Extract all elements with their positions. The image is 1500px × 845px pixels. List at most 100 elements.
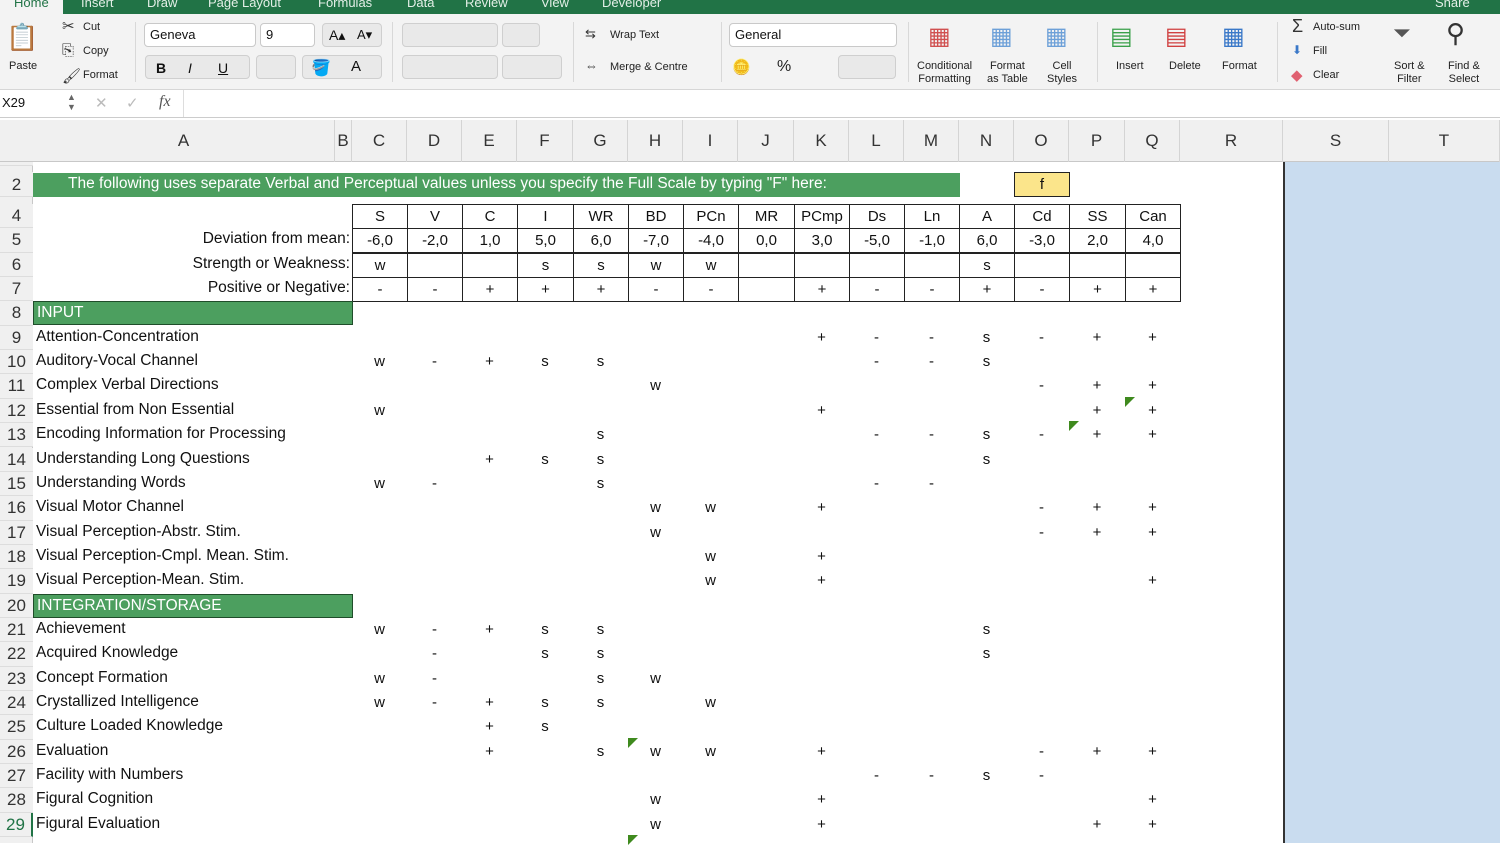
summary-cell[interactable]: -: [1014, 277, 1070, 303]
summary-cell[interactable]: +: [462, 277, 518, 303]
percent-button[interactable]: %: [777, 58, 791, 76]
ability-cell[interactable]: w: [352, 694, 407, 711]
row-header[interactable]: 29: [0, 812, 33, 838]
summary-cell[interactable]: s: [959, 252, 1015, 278]
ability-cell[interactable]: -: [407, 694, 462, 711]
ability-cell[interactable]: s: [517, 451, 573, 468]
ability-cell[interactable]: +: [1125, 816, 1180, 833]
section-header[interactable]: INTEGRATION/STORAGE: [33, 593, 353, 618]
tab-data[interactable]: Data: [407, 0, 434, 10]
font-size-buttons[interactable]: A▴ A▾: [322, 23, 382, 47]
ability-cell[interactable]: s: [959, 353, 1014, 370]
ability-cell[interactable]: +: [794, 743, 849, 760]
tab-home[interactable]: Home: [0, 0, 63, 14]
ability-label[interactable]: Visual Perception-Cmpl. Mean. Stim.: [36, 547, 289, 565]
ability-cell[interactable]: +: [1125, 426, 1180, 443]
full-scale-input[interactable]: f: [1014, 172, 1070, 197]
format-cells-button[interactable]: Format: [1222, 60, 1257, 72]
borders-button[interactable]: [256, 55, 296, 79]
conditional-formatting-label[interactable]: Conditional: [917, 60, 972, 73]
summary-cell[interactable]: +: [517, 277, 574, 303]
row-header[interactable]: 9: [0, 325, 33, 351]
summary-cell[interactable]: [462, 252, 518, 278]
ability-cell[interactable]: w: [683, 694, 738, 711]
summary-cell[interactable]: 5,0: [517, 228, 574, 254]
column-header-C[interactable]: C: [352, 120, 407, 162]
summary-cell[interactable]: [1069, 252, 1126, 278]
ability-cell[interactable]: +: [794, 791, 849, 808]
ability-cell[interactable]: +: [1069, 816, 1125, 833]
row-header[interactable]: 23: [0, 666, 33, 691]
ability-cell[interactable]: -: [407, 645, 462, 662]
orientation-button[interactable]: [502, 23, 540, 47]
share-button[interactable]: Share: [1435, 0, 1470, 10]
decimal-buttons[interactable]: [838, 55, 896, 79]
ability-cell[interactable]: s: [517, 353, 573, 370]
font-name-select[interactable]: Geneva: [144, 23, 256, 47]
ability-cell[interactable]: w: [352, 475, 407, 492]
summary-cell[interactable]: -2,0: [407, 228, 463, 254]
tab-review[interactable]: Review: [465, 0, 508, 10]
summary-cell[interactable]: [849, 252, 905, 278]
ability-cell[interactable]: s: [517, 694, 573, 711]
row-header[interactable]: 10: [0, 350, 33, 375]
ability-cell[interactable]: w: [352, 353, 407, 370]
summary-cell[interactable]: -3,0: [1014, 228, 1070, 254]
copy-button[interactable]: Copy: [83, 45, 109, 57]
ability-cell[interactable]: w: [628, 816, 683, 833]
ability-cell[interactable]: +: [462, 621, 517, 638]
ability-label[interactable]: Concept Formation: [36, 669, 168, 687]
column-header-J[interactable]: J: [738, 120, 794, 162]
column-header-K[interactable]: K: [794, 120, 849, 162]
ability-cell[interactable]: s: [573, 426, 628, 443]
ability-cell[interactable]: w: [683, 548, 738, 565]
vertical-align-group[interactable]: [402, 23, 498, 47]
ability-cell[interactable]: s: [959, 426, 1014, 443]
row-header[interactable]: 11: [0, 374, 33, 399]
ability-cell[interactable]: s: [573, 353, 628, 370]
ability-cell[interactable]: w: [628, 670, 683, 687]
ability-cell[interactable]: +: [794, 572, 849, 589]
row-header[interactable]: 19: [0, 569, 33, 594]
row-header[interactable]: 8: [0, 301, 33, 326]
summary-cell[interactable]: s: [573, 252, 629, 278]
ability-cell[interactable]: s: [573, 645, 628, 662]
paste-button[interactable]: Paste: [9, 60, 37, 72]
ability-cell[interactable]: s: [573, 670, 628, 687]
tab-developer[interactable]: Developer: [602, 0, 661, 10]
summary-cell[interactable]: w: [352, 252, 408, 278]
ability-cell[interactable]: +: [1125, 499, 1180, 516]
row-header[interactable]: 18: [0, 544, 33, 570]
summary-cell[interactable]: -5,0: [849, 228, 905, 254]
wrap-text-button[interactable]: Wrap Text: [610, 29, 659, 41]
ability-cell[interactable]: -: [849, 329, 904, 346]
ability-cell[interactable]: +: [462, 694, 517, 711]
sort-filter-label[interactable]: Sort &: [1394, 60, 1425, 73]
summary-cell[interactable]: -: [904, 277, 960, 303]
column-header-M[interactable]: M: [904, 120, 959, 162]
column-header-H[interactable]: H: [628, 120, 683, 162]
ability-cell[interactable]: w: [352, 670, 407, 687]
summary-cell[interactable]: [738, 277, 795, 303]
cell-styles-icon[interactable]: ▦: [1045, 22, 1068, 51]
ability-cell[interactable]: +: [794, 548, 849, 565]
summary-cell[interactable]: +: [794, 277, 850, 303]
ability-label[interactable]: Crystallized Intelligence: [36, 693, 199, 711]
summary-cell[interactable]: +: [1069, 277, 1126, 303]
font-size-select[interactable]: 9: [260, 23, 315, 47]
ability-cell[interactable]: +: [1125, 743, 1180, 760]
ability-label[interactable]: Acquired Knowledge: [36, 644, 178, 662]
row-header[interactable]: 4: [0, 204, 33, 229]
row-header[interactable]: 15: [0, 471, 33, 497]
ability-cell[interactable]: w: [683, 499, 738, 516]
fill-and-font-color-group[interactable]: 🪣 A: [302, 55, 382, 79]
summary-cell[interactable]: -: [849, 277, 905, 303]
ability-label[interactable]: Attention-Concentration: [36, 328, 199, 346]
ability-cell[interactable]: w: [628, 499, 683, 516]
ability-cell[interactable]: +: [1125, 329, 1180, 346]
column-header-R[interactable]: R: [1180, 120, 1283, 162]
row-header[interactable]: 27: [0, 764, 33, 789]
ability-cell[interactable]: +: [1069, 329, 1125, 346]
summary-cell[interactable]: -4,0: [683, 228, 739, 254]
ability-cell[interactable]: +: [462, 353, 517, 370]
